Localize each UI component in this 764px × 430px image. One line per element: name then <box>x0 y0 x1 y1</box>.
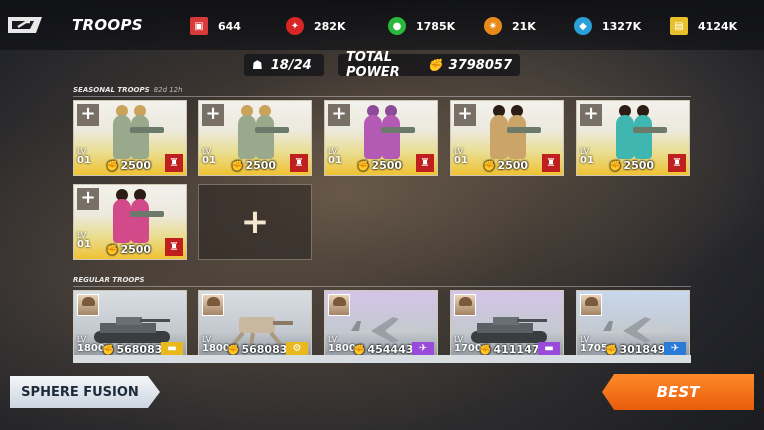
infantry-icon: ♜ <box>165 238 183 256</box>
seasonal-troop-card[interactable]: + LV 01 ✊ 2500 ♜ <box>324 100 438 176</box>
troop-power: ✊ 2500 <box>483 159 529 172</box>
fist-icon: ✊ <box>427 58 443 72</box>
seasonal-troop-card[interactable]: + LV 01 ✊ 2500 ♜ <box>576 100 690 176</box>
add-icon[interactable]: + <box>77 188 99 210</box>
character-figure <box>131 199 149 243</box>
resource-gold[interactable]: ▤ 4124K <box>670 16 737 36</box>
character-figure <box>113 199 131 243</box>
character-figure <box>256 115 274 159</box>
level-label: LV 1705 <box>580 335 608 354</box>
troop-power: ✊ 2500 <box>106 159 152 172</box>
fist-icon: ✊ <box>106 161 119 172</box>
sphere-fusion-button[interactable]: SPHERE FUSION <box>10 376 160 408</box>
regular-troop-card[interactable]: LV 1800 ✊ 568083 ⚙ <box>198 290 312 360</box>
resource-energy[interactable]: ● 1785K <box>388 16 455 36</box>
character-figure <box>490 115 508 159</box>
level-label: LV 01 <box>202 147 216 166</box>
green-orb-icon: ● <box>388 17 406 35</box>
regular-troop-card[interactable]: LV 1800 ✊ 568083 ▬ <box>73 290 187 360</box>
seasonal-label: SEASONAL TROOPS 82d 12h <box>73 86 183 94</box>
red-medal-icon: ✦ <box>286 17 304 35</box>
level-label: LV 01 <box>328 147 342 166</box>
add-icon: + <box>240 202 270 242</box>
best-button[interactable]: BEST <box>602 374 754 410</box>
add-icon[interactable]: + <box>580 104 602 126</box>
weapon <box>507 127 541 133</box>
fist-icon: ✊ <box>609 161 622 172</box>
section-divider <box>73 96 691 97</box>
level-label: LV 01 <box>580 147 594 166</box>
section-divider <box>73 286 691 287</box>
fist-icon: ✊ <box>231 161 244 172</box>
level-label: LV 01 <box>77 147 91 166</box>
red-crate-icon: ▣ <box>190 17 208 35</box>
infantry-icon: ♜ <box>165 154 183 172</box>
top-bar: TROOPS ▣ 644 ✦ 282K ● 1785K ✷ 21K ◆ 1327… <box>0 0 764 50</box>
character-figure <box>616 115 634 159</box>
fist-icon: ✊ <box>357 161 370 172</box>
deployed-count: ☗ 18/24 <box>244 54 324 76</box>
regular-troop-card[interactable]: LV 1700 ✊ 411147 ▬ <box>450 290 564 360</box>
tank-icon: ▬ <box>538 342 560 356</box>
troops-icon: ☗ <box>252 58 263 72</box>
weapon <box>255 127 289 133</box>
resource-crates[interactable]: ▣ 644 <box>190 16 241 36</box>
walker-icon: ⚙ <box>286 342 308 356</box>
season-timer: 82d 12h <box>153 86 183 94</box>
infantry-icon: ♜ <box>290 154 308 172</box>
empty-troop-slot[interactable]: + <box>198 184 312 260</box>
character-figure <box>382 115 400 159</box>
jet-icon: ✈ <box>412 342 434 356</box>
tank-icon: ▬ <box>161 342 183 356</box>
character-figure <box>364 115 382 159</box>
resource-parts[interactable]: ✷ 21K <box>484 16 536 36</box>
level-label: LV 01 <box>454 147 468 166</box>
character-figure <box>634 115 652 159</box>
infantry-icon: ♜ <box>668 154 686 172</box>
orange-gear-icon: ✷ <box>484 17 502 35</box>
level-label: LV 1800 <box>77 335 105 354</box>
character-figure <box>508 115 526 159</box>
resource-crystals[interactable]: ◆ 1327K <box>574 16 641 36</box>
infantry-icon: ♜ <box>416 154 434 172</box>
troop-power: ✊ 2500 <box>231 159 277 172</box>
gold-bar-icon: ▤ <box>670 17 688 35</box>
level-label: LV 01 <box>77 231 91 250</box>
seasonal-troop-card[interactable]: + LV 01 ✊ 2500 ♜ <box>73 100 187 176</box>
level-label: LV 1700 <box>454 335 482 354</box>
add-icon[interactable]: + <box>454 104 476 126</box>
troop-power: ✊ 2500 <box>609 159 655 172</box>
back-arrow-icon <box>8 17 42 33</box>
total-power: TOTAL POWER ✊ 3798057 <box>338 50 520 80</box>
level-label: LV 1800 <box>202 335 230 354</box>
character-figure <box>131 115 149 159</box>
add-icon[interactable]: + <box>202 104 224 126</box>
weapon <box>130 127 164 133</box>
add-icon[interactable]: + <box>328 104 350 126</box>
weapon <box>130 211 164 217</box>
weapon <box>633 127 667 133</box>
resource-medals[interactable]: ✦ 282K <box>286 16 346 36</box>
level-label: LV 1800 <box>328 335 356 354</box>
back-button[interactable] <box>6 13 44 37</box>
weapon <box>381 127 415 133</box>
regular-label: REGULAR TROOPS <box>73 276 145 284</box>
seasonal-troop-card[interactable]: + LV 01 ✊ 2500 ♜ <box>450 100 564 176</box>
seasonal-troop-card[interactable]: + LV 01 ✊ 2500 ♜ <box>73 184 187 260</box>
jet-icon: ✈ <box>664 342 686 356</box>
fist-icon: ✊ <box>483 161 496 172</box>
character-figure <box>113 115 131 159</box>
troop-power: ✊ 2500 <box>106 243 152 256</box>
scroll-fade <box>73 355 691 363</box>
add-icon[interactable]: + <box>77 104 99 126</box>
character-figure <box>238 115 256 159</box>
infantry-icon: ♜ <box>542 154 560 172</box>
blue-crystal-icon: ◆ <box>574 17 592 35</box>
page-title: TROOPS <box>72 16 143 34</box>
seasonal-troop-card[interactable]: + LV 01 ✊ 2500 ♜ <box>198 100 312 176</box>
troop-power: ✊ 2500 <box>357 159 403 172</box>
regular-troop-card[interactable]: LV 1800 ✊ 454443 ✈ <box>324 290 438 360</box>
regular-troop-card[interactable]: LV 1705 ✊ 301849 ✈ <box>576 290 690 360</box>
fist-icon: ✊ <box>106 245 119 256</box>
